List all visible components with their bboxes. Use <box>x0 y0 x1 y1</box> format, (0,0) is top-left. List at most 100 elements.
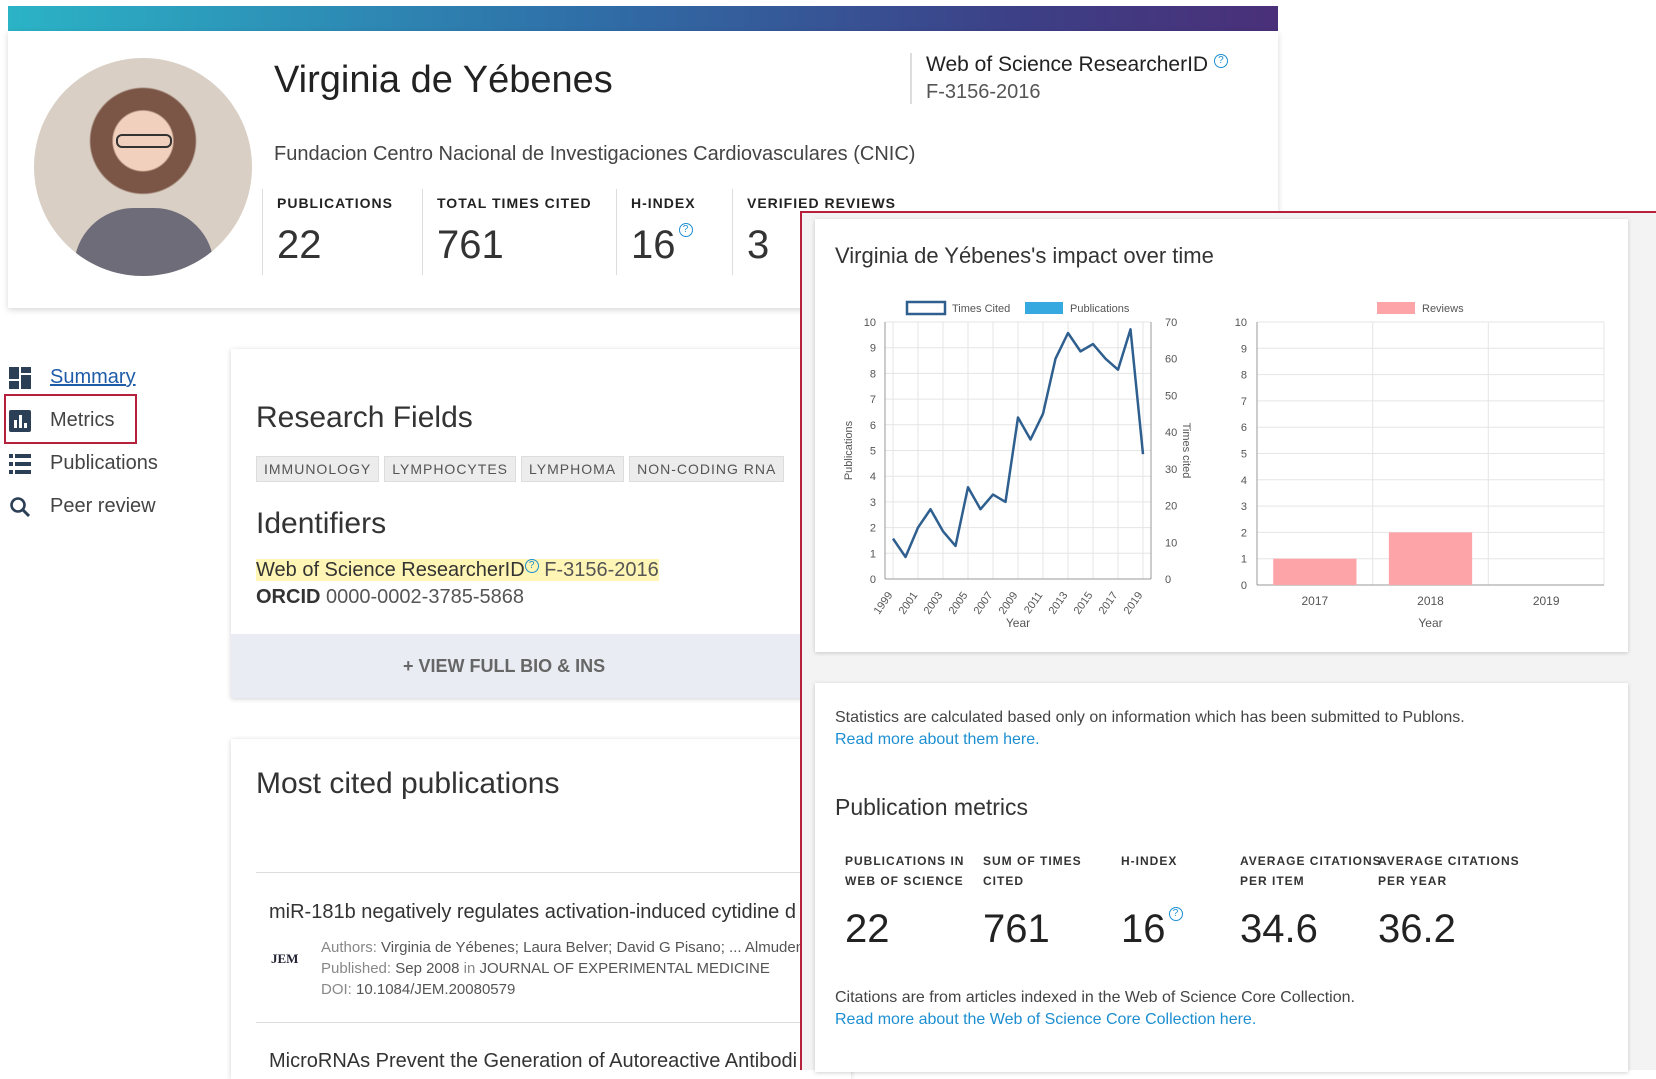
stat-value: 22 <box>277 223 322 267</box>
avatar-glasses <box>116 134 172 148</box>
y-tick-label-right: 0 <box>1165 574 1171 586</box>
researcher-id-block: Web of Science ResearcherID ? F-3156-201… <box>910 53 1228 104</box>
y-tick-label-left: 7 <box>870 394 876 406</box>
help-icon[interactable]: ? <box>524 559 539 574</box>
avatar <box>34 58 252 276</box>
x-tick-label: 2017 <box>1301 594 1328 608</box>
y-tick-label-right: 40 <box>1165 427 1177 439</box>
y-tick-label-right: 10 <box>1165 537 1177 549</box>
metric-label: H-INDEX <box>1121 854 1178 868</box>
help-icon[interactable]: ? <box>1168 907 1183 921</box>
y-tick-label: 3 <box>1241 501 1247 513</box>
y-tick-label-right: 20 <box>1165 501 1177 513</box>
stat-value: 16 <box>631 223 676 267</box>
metric-label: AVERAGE CITATIONS <box>1240 854 1382 868</box>
publication-metrics-card: Statistics are calculated based only on … <box>815 683 1628 1072</box>
y-tick-label-right: 70 <box>1165 317 1177 329</box>
metric-label: PER ITEM <box>1240 874 1305 888</box>
stat-total-times-cited: TOTAL TIMES CITED 761 <box>422 189 616 275</box>
publication-title-link[interactable]: miR-181b negatively regulates activation… <box>269 901 796 924</box>
metric-value: 22 <box>845 907 890 951</box>
avatar-shirt <box>74 208 214 276</box>
x-tick-label: 2015 <box>1072 590 1096 617</box>
x-axis-label: Year <box>1418 616 1442 630</box>
publication-authors: Virginia de Yébenes; Laura Belver; David… <box>381 939 805 956</box>
nav-item-label: Peer review <box>50 495 156 517</box>
research-fields-title: Research Fields <box>256 401 473 434</box>
identifier-label: Web of Science ResearcherID <box>256 559 525 581</box>
identifier-researcher-id: Web of Science ResearcherID? F-3156-2016 <box>256 559 659 582</box>
stats-read-more-link[interactable]: Read more about them here. <box>835 731 1040 749</box>
x-axis-label: Year <box>1006 616 1030 630</box>
y-tick-label-left: 0 <box>870 574 876 586</box>
most-cited-title: Most cited publications <box>256 767 560 800</box>
metric-h-index: H-INDEX 16? <box>1121 851 1183 952</box>
research-tag[interactable]: IMMUNOLOGY <box>256 456 380 482</box>
research-tag[interactable]: NON-CODING RNA <box>629 456 785 482</box>
identifier-orcid: ORCID 0000-0002-3785-5868 <box>256 586 659 609</box>
stats-note: Statistics are calculated based only on … <box>835 709 1465 726</box>
y-tick-label: 0 <box>1241 580 1247 592</box>
x-tick-label: 2019 <box>1533 594 1560 608</box>
identifier-value: 0000-0002-3785-5868 <box>326 586 524 608</box>
y-tick-label: 4 <box>1241 475 1247 487</box>
stat-h-index: H-INDEX 16? <box>616 189 732 275</box>
stat-label: H-INDEX <box>631 195 696 211</box>
x-tick-label: 2001 <box>897 590 921 617</box>
metric-value: 34.6 <box>1240 907 1318 951</box>
metric-avg-citations-per-year: AVERAGE CITATIONS PER YEAR 36.2 <box>1378 851 1520 952</box>
nav-item-label: Publications <box>50 452 158 474</box>
research-tag[interactable]: LYMPHOCYTES <box>384 456 516 482</box>
metric-label: WEB OF SCIENCE <box>845 874 964 888</box>
meta-label: Authors: <box>321 939 377 956</box>
y-tick-label-left: 9 <box>870 343 876 355</box>
x-tick-label: 2011 <box>1022 590 1045 616</box>
x-tick-label: 2007 <box>972 590 996 617</box>
metrics-highlight-box <box>4 394 137 444</box>
y-axis-label-left: Publications <box>843 420 855 480</box>
y-tick-label: 1 <box>1241 554 1247 566</box>
side-nav: Summary Metrics Publications Peer review <box>4 356 168 528</box>
metric-publications-wos: PUBLICATIONS IN WEB OF SCIENCE 22 <box>845 851 964 952</box>
y-tick-label-left: 4 <box>870 471 876 483</box>
x-tick-label: 2017 <box>1097 590 1121 617</box>
nav-item-peer-review[interactable]: Peer review <box>8 485 168 528</box>
metric-sum-times-cited: SUM OF TIMES CITED 761 <box>983 851 1082 952</box>
dashboard-icon <box>8 366 32 390</box>
most-cited-card: Most cited publications miR-181b negativ… <box>231 739 851 1079</box>
nav-item-label: Summary <box>50 366 136 388</box>
publication-doi[interactable]: 10.1084/JEM.20080579 <box>356 981 515 998</box>
research-tag[interactable]: LYMPHOMA <box>521 456 625 482</box>
y-tick-label-left: 3 <box>870 497 876 509</box>
nav-item-summary[interactable]: Summary <box>8 356 168 399</box>
researcher-id-title: Web of Science ResearcherID <box>926 53 1209 76</box>
y-tick-label-right: 50 <box>1165 390 1177 402</box>
journal-logo: JEM <box>271 951 299 966</box>
y-tick-label-left: 8 <box>870 368 876 380</box>
research-card: Research Fields IMMUNOLOGY LYMPHOCYTES LYM… <box>231 349 851 698</box>
nav-item-publications[interactable]: Publications <box>8 442 168 485</box>
y-tick-label-left: 2 <box>870 523 876 535</box>
metric-label: PER YEAR <box>1378 874 1448 888</box>
wos-read-more-link[interactable]: Read more about the Web of Science Core … <box>835 1011 1256 1029</box>
y-tick-label-right: 30 <box>1165 464 1177 476</box>
impact-card: Virginia de Yébenes's impact over time 0… <box>815 219 1628 652</box>
research-tags: IMMUNOLOGY LYMPHOCYTES LYMPHOMA NON-CODING … <box>256 456 789 482</box>
bar-reviews-2017 <box>1273 558 1357 585</box>
y-tick-label-left: 1 <box>870 548 876 560</box>
divider <box>256 1022 851 1023</box>
view-full-bio-button[interactable]: + VIEW FULL BIO & INS <box>231 634 851 698</box>
legend-swatch-reviews <box>1377 302 1415 314</box>
publication-meta: Authors: Virginia de Yébenes; Laura Belv… <box>321 937 804 1000</box>
x-tick-label: 2019 <box>1122 590 1146 617</box>
help-icon[interactable]: ? <box>1213 54 1228 68</box>
meta-label: DOI: <box>321 981 352 998</box>
identifiers-list: Web of Science ResearcherID? F-3156-2016… <box>256 555 659 609</box>
identifier-label: ORCID <box>256 586 321 608</box>
legend-label: Reviews <box>1422 303 1464 315</box>
x-tick-label: 2018 <box>1417 594 1444 608</box>
stat-label: VERIFIED REVIEWS <box>747 195 897 211</box>
help-icon[interactable]: ? <box>678 223 693 237</box>
publication-date: Sep 2008 <box>395 960 460 977</box>
citations-note: Citations are from articles indexed in t… <box>835 989 1355 1006</box>
